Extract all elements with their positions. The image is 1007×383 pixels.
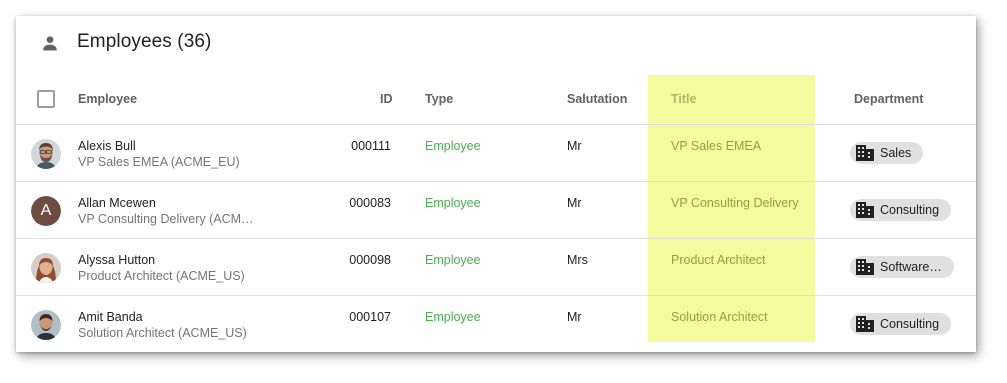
- department-label: Consulting: [880, 317, 940, 331]
- table-row[interactable]: Alyssa Hutton Product Architect (ACME_US…: [16, 239, 976, 296]
- card-header: Employees (36): [16, 16, 976, 72]
- avatar: A: [31, 196, 61, 226]
- department-label: Software …: [880, 260, 942, 274]
- avatar: [31, 139, 61, 169]
- department-chip[interactable]: Consulting: [850, 313, 952, 335]
- table-row[interactable]: A Allan Mcewen VP Consulting Delivery (A…: [16, 182, 976, 239]
- employee-type: Employee: [425, 139, 481, 153]
- employee-subtitle: VP Sales EMEA (ACME_EU): [78, 155, 240, 169]
- employee-type: Employee: [425, 310, 481, 324]
- employee-type: Employee: [425, 253, 481, 267]
- avatar-initial: A: [31, 196, 61, 226]
- employee-title: VP Sales EMEA: [671, 139, 762, 153]
- building-icon: [856, 202, 874, 218]
- column-header-department[interactable]: Department: [854, 92, 923, 106]
- table-row[interactable]: Amit Banda Solution Architect (ACME_US) …: [16, 296, 976, 352]
- column-header-employee[interactable]: Employee: [78, 92, 137, 106]
- person-icon: [43, 36, 57, 51]
- department-chip[interactable]: Consulting: [850, 199, 952, 221]
- department-label: Consulting: [880, 203, 940, 217]
- employee-title: Solution Architect: [671, 310, 768, 324]
- table-header: Employee ID Type Salutation Title Depart…: [16, 75, 976, 125]
- column-header-type[interactable]: Type: [425, 92, 453, 106]
- department-chip[interactable]: Software …: [850, 256, 954, 278]
- column-header-title[interactable]: Title: [671, 92, 696, 106]
- employee-type: Employee: [425, 196, 481, 210]
- employee-salutation: Mr: [567, 196, 582, 210]
- table-row[interactable]: Alexis Bull VP Sales EMEA (ACME_EU) 0001…: [16, 125, 976, 182]
- employee-title: Product Architect: [671, 253, 766, 267]
- department-label: Sales: [880, 146, 912, 160]
- avatar-photo-icon: [31, 310, 61, 340]
- employee-title: VP Consulting Delivery: [671, 196, 799, 210]
- avatar: [31, 310, 61, 340]
- avatar-photo-icon: [31, 253, 61, 283]
- column-header-id[interactable]: ID: [380, 92, 393, 106]
- department-chip[interactable]: Sales: [850, 142, 924, 164]
- employee-id: 000083: [349, 196, 391, 210]
- select-all-checkbox[interactable]: [37, 90, 55, 108]
- employee-subtitle: VP Consulting Delivery (ACME…: [78, 212, 256, 226]
- employee-subtitle: Product Architect (ACME_US): [78, 269, 245, 283]
- page-title: Employees (36): [77, 31, 212, 52]
- building-icon: [856, 259, 874, 275]
- employee-name[interactable]: Amit Banda: [78, 310, 143, 324]
- employee-salutation: Mrs: [567, 253, 588, 267]
- employee-id: 000107: [349, 310, 391, 324]
- employee-id: 000098: [349, 253, 391, 267]
- employee-salutation: Mr: [567, 139, 582, 153]
- employee-name[interactable]: Alyssa Hutton: [78, 253, 155, 267]
- employee-salutation: Mr: [567, 310, 582, 324]
- employee-id: 000111: [351, 139, 391, 153]
- building-icon: [856, 145, 874, 161]
- employee-subtitle: Solution Architect (ACME_US): [78, 326, 247, 340]
- employee-name[interactable]: Alexis Bull: [78, 139, 136, 153]
- avatar: [31, 253, 61, 283]
- building-icon: [856, 316, 874, 332]
- avatar-photo-icon: [31, 139, 61, 169]
- column-header-salutation[interactable]: Salutation: [567, 92, 627, 106]
- employee-name[interactable]: Allan Mcewen: [78, 196, 156, 210]
- employees-card: Employees (36) Employee ID Type Salutati…: [16, 16, 976, 352]
